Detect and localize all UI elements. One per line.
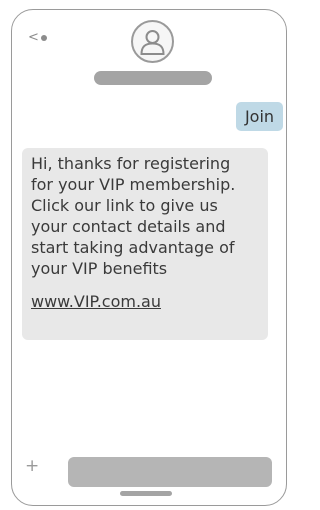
sent-message-text: Join: [244, 107, 275, 126]
sent-message-bubble: Join: [236, 102, 283, 131]
contact-name-placeholder: [94, 71, 212, 85]
home-indicator[interactable]: [120, 491, 172, 496]
user-avatar-icon: [140, 30, 165, 55]
received-message-bubble: Hi, thanks for registering for your VIP …: [22, 148, 268, 340]
vip-link[interactable]: www.VIP.com.au: [31, 291, 260, 312]
back-arrow-icon: <: [28, 30, 39, 45]
add-attachment-button[interactable]: +: [25, 458, 39, 475]
back-dot-icon: [40, 34, 47, 41]
back-button[interactable]: <: [28, 31, 47, 45]
plus-icon: +: [25, 456, 40, 476]
contact-avatar[interactable]: [131, 20, 174, 63]
received-message-text: Hi, thanks for registering for your VIP …: [31, 154, 236, 278]
message-input[interactable]: [68, 457, 272, 487]
